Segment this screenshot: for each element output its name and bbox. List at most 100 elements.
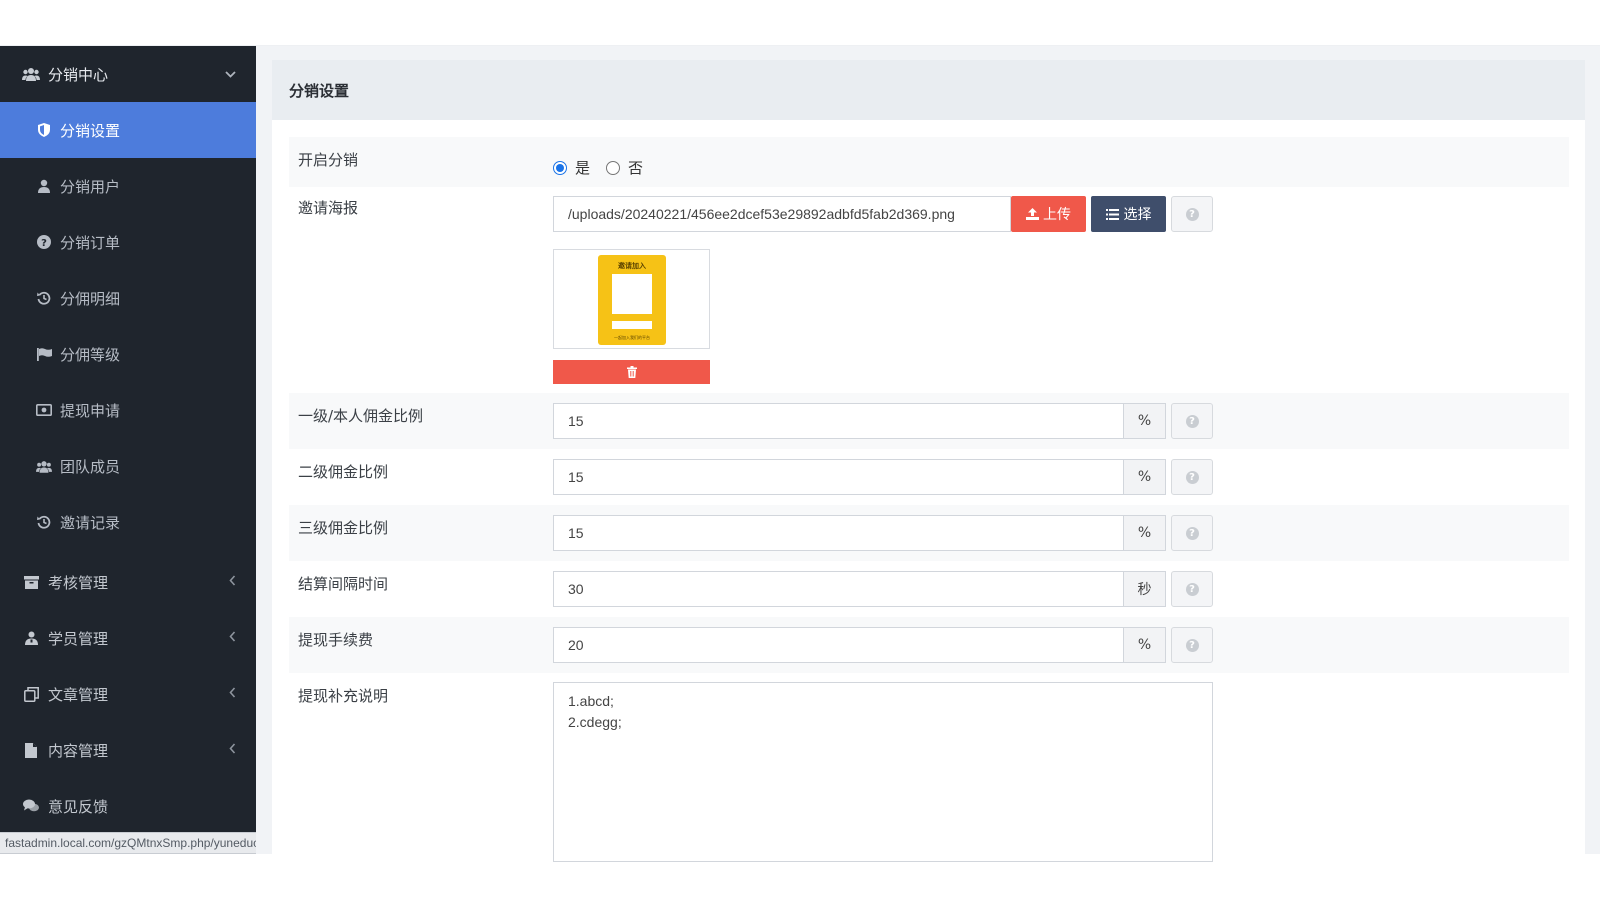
sidebar-section-content[interactable]: 内容管理 bbox=[0, 722, 256, 778]
sidebar-section-articles[interactable]: 文章管理 bbox=[0, 666, 256, 722]
delete-image-button[interactable] bbox=[553, 360, 710, 384]
sidebar: 分销中心 分销设置 分销用户 ? 分销订单 分佣明细 分佣等级 提现申请 团队成… bbox=[0, 46, 256, 854]
sidebar-item-label: 邀请记录 bbox=[60, 513, 121, 532]
svg-text:?: ? bbox=[41, 238, 47, 249]
question-icon: ? bbox=[1185, 582, 1199, 596]
sidebar-item-label: 提现申请 bbox=[60, 401, 121, 420]
help-button[interactable]: ? bbox=[1171, 459, 1213, 495]
unit-addon: % bbox=[1124, 459, 1166, 495]
sidebar-item-label: 分佣等级 bbox=[60, 345, 121, 364]
settlement-interval-input[interactable]: 30 bbox=[553, 571, 1124, 607]
money-icon bbox=[36, 402, 52, 418]
radio-no-label[interactable]: 否 bbox=[628, 157, 643, 178]
sidebar-section-label: 学员管理 bbox=[48, 629, 109, 648]
archive-icon bbox=[22, 573, 40, 591]
chevron-left-icon bbox=[229, 574, 236, 590]
chevron-left-icon bbox=[229, 686, 236, 702]
poster-image: 邀请加入 一起加入我们的平台 bbox=[598, 255, 666, 345]
trash-icon bbox=[626, 366, 637, 378]
chevron-left-icon bbox=[229, 742, 236, 758]
sidebar-item-distribution-users[interactable]: 分销用户 bbox=[0, 158, 256, 214]
help-button[interactable]: ? bbox=[1171, 571, 1213, 607]
enable-radio-group: 是 否 bbox=[553, 157, 659, 178]
select-label: 选择 bbox=[1123, 207, 1152, 223]
select-button[interactable]: 选择 bbox=[1091, 196, 1166, 232]
sidebar-item-team-members[interactable]: 团队成员 bbox=[0, 438, 256, 494]
field-label: 提现补充说明 bbox=[298, 687, 389, 705]
radio-no[interactable] bbox=[606, 160, 621, 175]
sidebar-section-students[interactable]: 学员管理 bbox=[0, 610, 256, 666]
users-icon bbox=[36, 458, 52, 474]
poster-thumbnail[interactable]: 邀请加入 一起加入我们的平台 bbox=[553, 249, 710, 349]
sidebar-item-label: 团队成员 bbox=[60, 457, 121, 476]
sidebar-item-invite-records[interactable]: 邀请记录 bbox=[0, 494, 256, 550]
form-row-enable: 开启分销 是 否 bbox=[289, 137, 1569, 187]
poster-bar bbox=[612, 321, 652, 329]
unit-addon: % bbox=[1124, 403, 1166, 439]
field-label: 二级佣金比例 bbox=[298, 463, 389, 481]
form-row-level1: 一级/本人佣金比例 15 % ? bbox=[289, 393, 1569, 449]
student-icon bbox=[22, 629, 40, 647]
form-row-fee: 提现手续费 20 % ? bbox=[289, 617, 1569, 673]
upload-label: 上传 bbox=[1043, 207, 1071, 223]
comments-icon bbox=[22, 797, 40, 815]
unit-addon: % bbox=[1124, 627, 1166, 663]
sidebar-section-label: 内容管理 bbox=[48, 741, 109, 760]
form-row-remark: 提现补充说明 1.abcd; 2.cdegg; bbox=[289, 673, 1569, 862]
help-button[interactable]: ? bbox=[1171, 627, 1213, 663]
flag-icon bbox=[36, 346, 52, 362]
help-button[interactable]: ? bbox=[1171, 196, 1213, 232]
file-icon bbox=[22, 741, 40, 759]
shield-icon bbox=[36, 122, 52, 138]
withdraw-fee-input[interactable]: 20 bbox=[553, 627, 1124, 663]
question-icon: ? bbox=[1185, 470, 1199, 484]
help-button[interactable]: ? bbox=[1171, 515, 1213, 551]
field-label: 三级佣金比例 bbox=[298, 519, 389, 537]
level1-ratio-input[interactable]: 15 bbox=[553, 403, 1124, 439]
history-icon bbox=[36, 514, 52, 530]
sidebar-section-label: 意见反馈 bbox=[48, 797, 109, 816]
poster-path-input[interactable]: /uploads/20240221/456ee2dcef53e29892adbf… bbox=[553, 196, 1011, 232]
chevron-left-icon bbox=[229, 630, 236, 646]
question-icon: ? bbox=[1185, 207, 1199, 221]
sidebar-item-distribution-settings[interactable]: 分销设置 bbox=[0, 102, 256, 158]
level2-ratio-input[interactable]: 15 bbox=[553, 459, 1124, 495]
sidebar-item-commission-levels[interactable]: 分佣等级 bbox=[0, 326, 256, 382]
field-label: 邀请海报 bbox=[298, 199, 359, 217]
radio-yes[interactable] bbox=[553, 160, 567, 175]
question-icon: ? bbox=[1185, 414, 1199, 428]
level3-ratio-input[interactable]: 15 bbox=[553, 515, 1124, 551]
question-icon: ? bbox=[1185, 526, 1199, 540]
poster-title: 邀请加入 bbox=[618, 262, 646, 270]
panel-title: 分销设置 bbox=[272, 60, 1585, 120]
sidebar-item-commission-details[interactable]: 分佣明细 bbox=[0, 270, 256, 326]
field-label: 一级/本人佣金比例 bbox=[298, 407, 424, 425]
sidebar-item-label: 分佣明细 bbox=[60, 289, 121, 308]
sidebar-group-label: 分销中心 bbox=[48, 65, 109, 84]
form-row-level3: 三级佣金比例 15 % ? bbox=[289, 505, 1569, 561]
field-label: 提现手续费 bbox=[298, 631, 374, 649]
list-icon bbox=[1105, 208, 1119, 220]
field-label: 开启分销 bbox=[298, 151, 359, 169]
form-row-level2: 二级佣金比例 15 % ? bbox=[289, 449, 1569, 505]
question-icon: ? bbox=[1185, 638, 1199, 652]
withdraw-remark-textarea[interactable]: 1.abcd; 2.cdegg; bbox=[553, 682, 1213, 862]
upload-button[interactable]: 上传 bbox=[1011, 196, 1086, 232]
sidebar-section-label: 文章管理 bbox=[48, 685, 109, 704]
history-icon bbox=[36, 290, 52, 306]
sidebar-item-distribution-orders[interactable]: ? 分销订单 bbox=[0, 214, 256, 270]
sidebar-item-withdraw-requests[interactable]: 提现申请 bbox=[0, 382, 256, 438]
sidebar-section-exam[interactable]: 考核管理 bbox=[0, 554, 256, 610]
sidebar-item-label: 分销订单 bbox=[60, 233, 121, 252]
sidebar-section-feedback[interactable]: 意见反馈 bbox=[0, 778, 256, 834]
radio-yes-label[interactable]: 是 bbox=[575, 157, 590, 178]
sidebar-section-label: 考核管理 bbox=[48, 573, 109, 592]
poster-footer: 一起加入我们的平台 bbox=[614, 335, 650, 340]
users-icon bbox=[22, 65, 40, 83]
sidebar-item-label: 分销设置 bbox=[60, 121, 121, 140]
help-button[interactable]: ? bbox=[1171, 403, 1213, 439]
form-row-poster: 邀请海报 /uploads/20240221/456ee2dcef53e2989… bbox=[289, 187, 1569, 393]
chevron-down-icon bbox=[225, 67, 236, 82]
sidebar-group-distribution[interactable]: 分销中心 bbox=[0, 46, 256, 102]
poster-qr-area bbox=[612, 274, 652, 314]
